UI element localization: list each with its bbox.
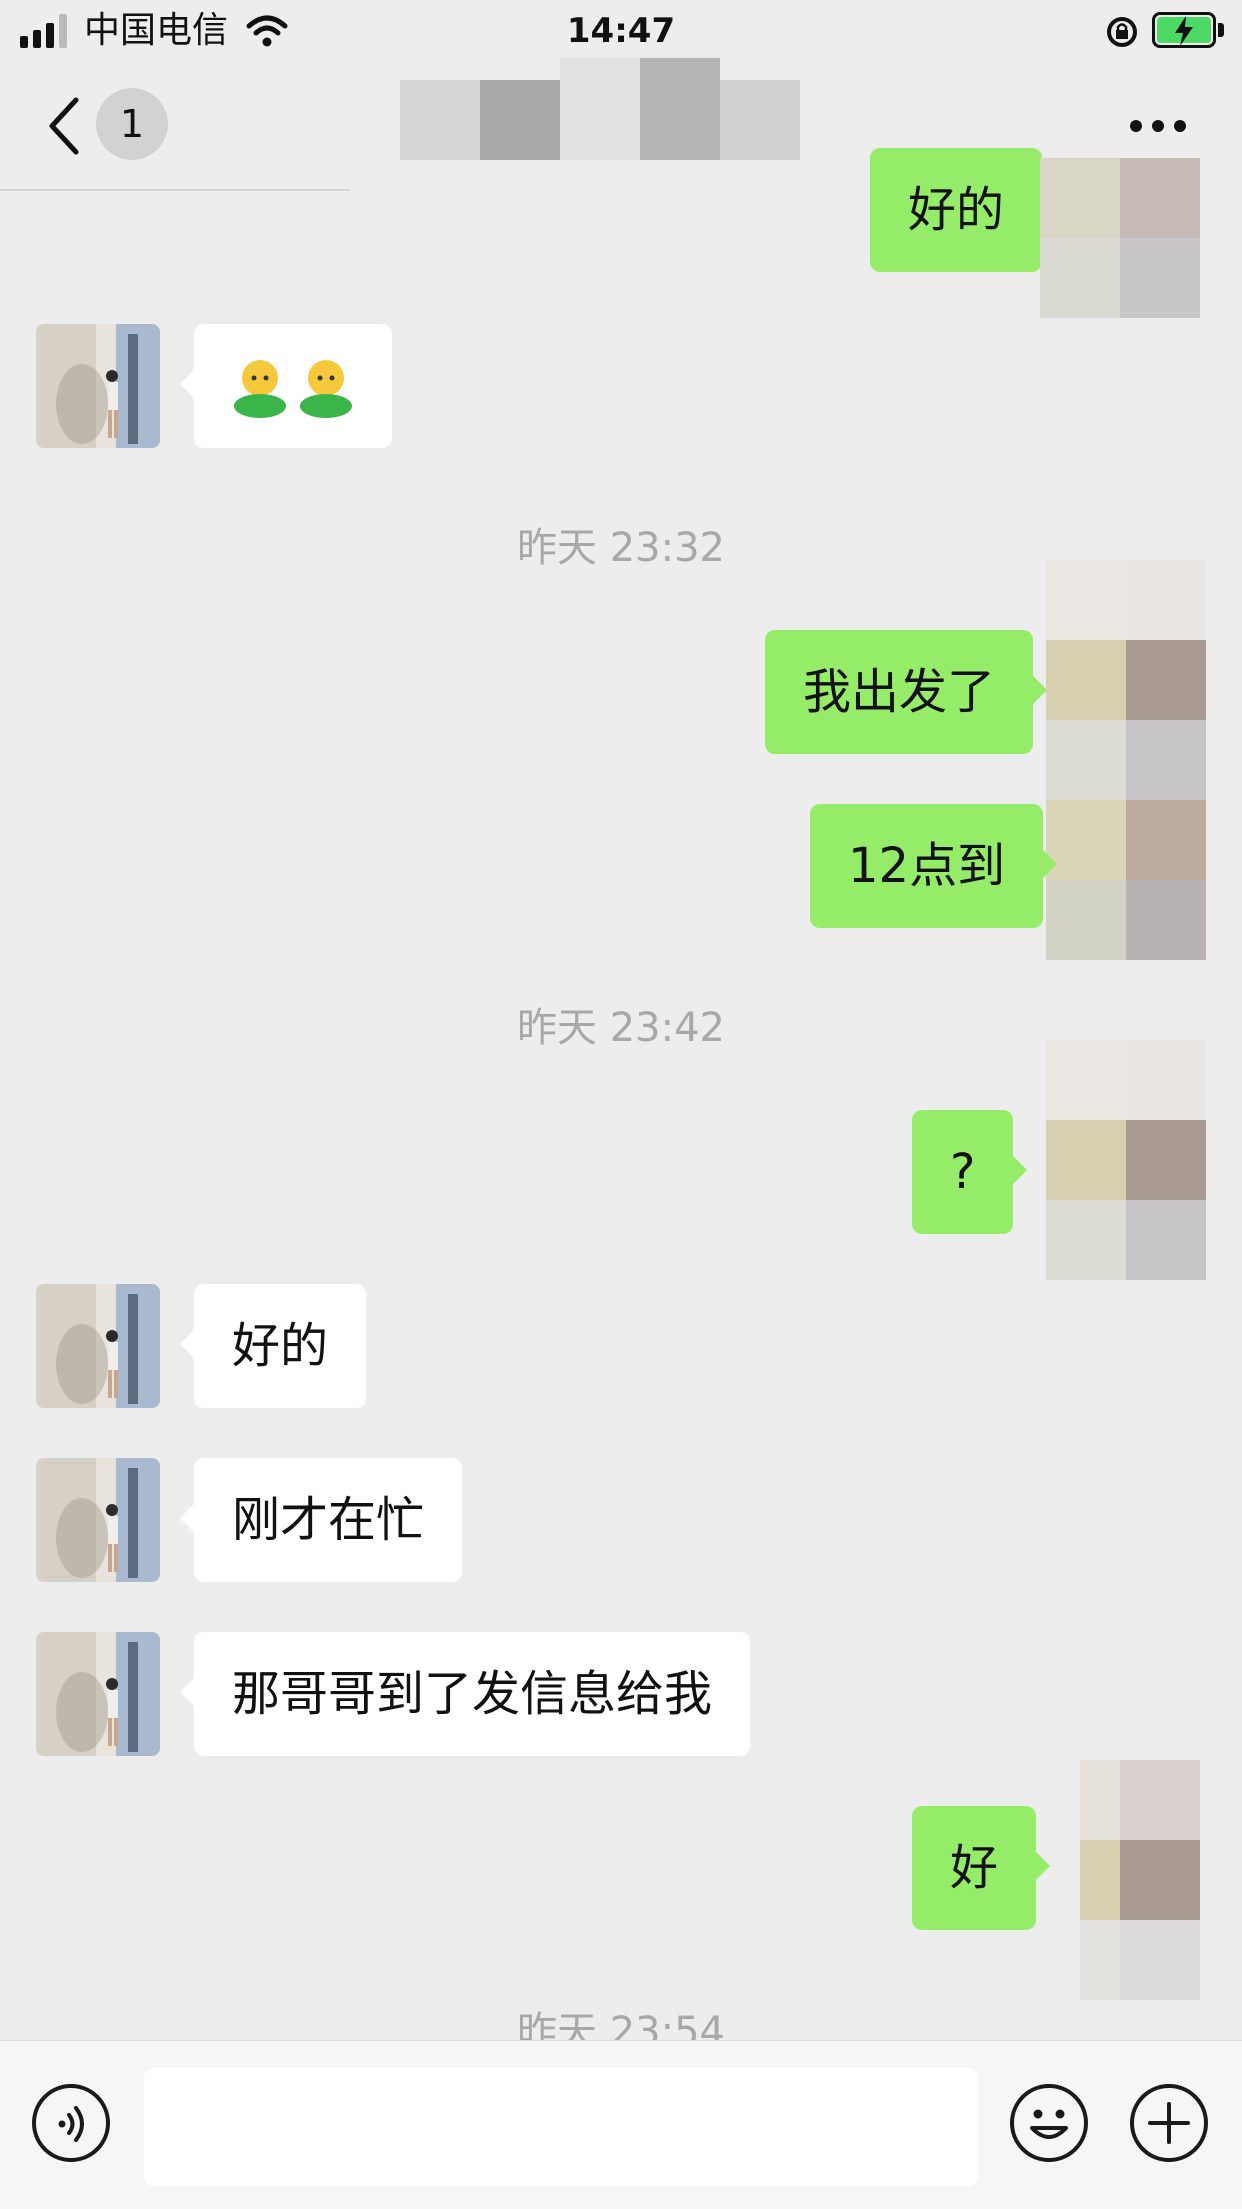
rotation-lock-icon	[1107, 17, 1137, 47]
message-bubble-incoming[interactable]: 刚才在忙	[179, 1458, 463, 1582]
emoji-sticker-icon	[234, 360, 352, 418]
back-chevron-icon[interactable]	[44, 96, 84, 156]
nav-divider	[0, 189, 350, 191]
message-bubble-incoming[interactable]: 好的	[179, 1284, 367, 1408]
message-bubble-incoming[interactable]	[180, 324, 392, 448]
plus-icon[interactable]	[1130, 2084, 1208, 2162]
avatar-self-pixelated	[1040, 158, 1200, 318]
status-time: 14:47	[566, 11, 676, 51]
contact-name-pixelated	[400, 58, 800, 160]
message-bubble-outgoing[interactable]: ?	[912, 1110, 1029, 1234]
more-icon[interactable]	[1128, 116, 1188, 136]
contact-avatar[interactable]	[36, 1632, 160, 1756]
message-input[interactable]	[144, 2068, 978, 2186]
contact-avatar[interactable]	[36, 1284, 160, 1408]
avatar-self-pixelated	[1080, 1760, 1200, 2000]
contact-avatar[interactable]	[36, 1458, 160, 1582]
emoji-icon[interactable]	[1010, 2084, 1088, 2162]
message-bubble-incoming[interactable]: 那哥哥到了发信息给我	[179, 1632, 751, 1756]
contact-avatar[interactable]	[36, 324, 160, 448]
status-bar: 中国电信 14:47	[0, 0, 1242, 62]
avatar-self-pixelated	[1046, 560, 1206, 960]
avatar-self-pixelated	[1046, 1040, 1206, 1280]
message-bubble-outgoing[interactable]: 好的	[870, 148, 1057, 272]
message-bubble-outgoing[interactable]: 好	[912, 1806, 1051, 1930]
message-bubble-outgoing[interactable]: 12点到	[810, 804, 1058, 928]
voice-icon[interactable]	[32, 2084, 110, 2162]
battery-icon	[1152, 12, 1228, 50]
unread-count-badge[interactable]: 1	[96, 88, 168, 160]
message-bubble-outgoing[interactable]: 我出发了	[765, 630, 1048, 754]
